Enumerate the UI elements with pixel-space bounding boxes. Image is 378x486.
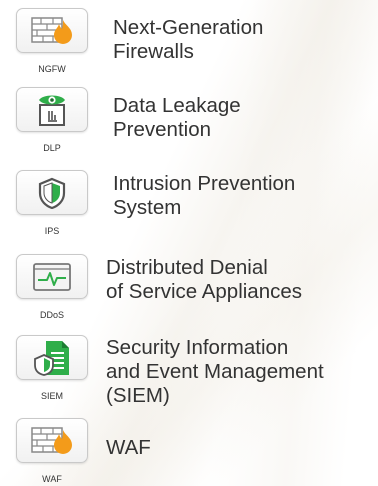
siem-tile[interactable] bbox=[16, 335, 88, 380]
waf-tile[interactable] bbox=[16, 418, 88, 463]
firewall-icon bbox=[31, 426, 72, 454]
shield-document-icon bbox=[34, 340, 69, 376]
ngfw-tile[interactable] bbox=[16, 8, 88, 53]
firewall-icon bbox=[31, 16, 72, 44]
monitor-pulse-icon bbox=[33, 262, 71, 291]
dlp-caption: DLP bbox=[43, 143, 61, 153]
waf-title: WAF bbox=[106, 436, 151, 459]
ddos-tile[interactable] bbox=[16, 254, 88, 299]
ddos-title: Distributed Denial of Service Appliances bbox=[106, 256, 303, 303]
siem-caption: SIEM bbox=[40, 391, 63, 401]
dlp-tile[interactable] bbox=[16, 87, 88, 132]
ips-title: Intrusion Prevention System bbox=[113, 172, 296, 219]
ddos-caption: DDoS bbox=[39, 310, 64, 320]
shield-icon bbox=[38, 177, 66, 209]
ngfw-title: Next-Generation Firewalls bbox=[113, 16, 264, 63]
eye-document-icon bbox=[39, 95, 65, 126]
ips-caption: IPS bbox=[44, 226, 60, 236]
waf-caption: WAF bbox=[42, 474, 62, 484]
ips-tile[interactable] bbox=[16, 170, 88, 215]
ngfw-caption: NGFW bbox=[38, 64, 66, 74]
dlp-title: Data Leakage Prevention bbox=[113, 94, 241, 141]
siem-title: Security Information and Event Managemen… bbox=[106, 336, 324, 407]
